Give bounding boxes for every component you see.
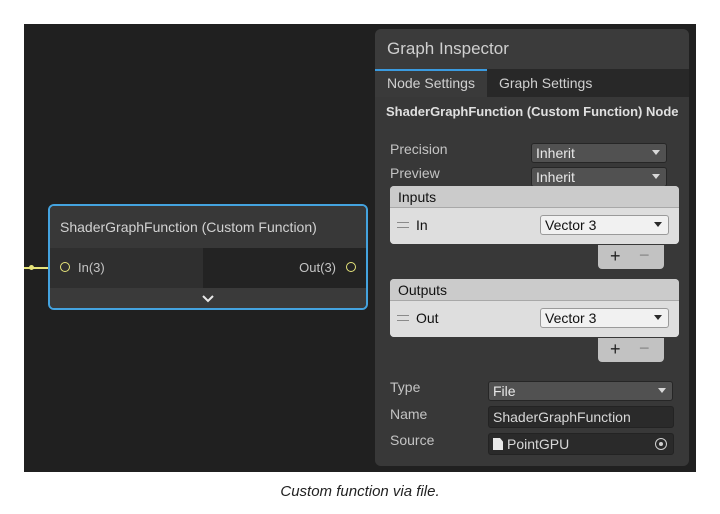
source-asset-field[interactable]: PointGPU xyxy=(488,433,674,455)
type-value: File xyxy=(493,383,516,399)
output-type-value: Vector 3 xyxy=(545,310,597,326)
wire-end-dot xyxy=(29,265,34,270)
node-name-heading: ShaderGraphFunction (Custom Function) No… xyxy=(386,104,679,119)
object-picker-icon[interactable] xyxy=(655,438,667,450)
input-port-connector[interactable] xyxy=(60,262,70,272)
inspector-tabs: Node Settings Graph Settings xyxy=(375,69,689,97)
custom-function-node[interactable]: ShaderGraphFunction (Custom Function) In… xyxy=(48,204,368,310)
name-label: Name xyxy=(390,406,428,422)
source-label: Source xyxy=(390,432,435,448)
inputs-header: Inputs xyxy=(390,186,679,208)
preview-dropdown[interactable]: Inherit xyxy=(531,167,667,187)
outputs-header: Outputs xyxy=(390,279,679,301)
drag-handle-icon[interactable] xyxy=(397,315,409,321)
outputs-list-item[interactable]: Out Vector 3 xyxy=(390,301,679,337)
preview-value: Inherit xyxy=(536,169,575,185)
name-input[interactable]: ShaderGraphFunction xyxy=(488,406,674,428)
output-type-dropdown[interactable]: Vector 3 xyxy=(540,308,669,328)
remove-output-button[interactable]: − xyxy=(639,338,650,358)
preview-label: Preview xyxy=(390,165,440,181)
type-dropdown[interactable]: File xyxy=(488,381,673,401)
add-input-button[interactable]: + xyxy=(610,246,621,266)
precision-value: Inherit xyxy=(536,145,575,161)
inputs-list: Inputs In Vector 3 xyxy=(390,186,679,244)
tab-graph-settings[interactable]: Graph Settings xyxy=(487,69,604,97)
file-icon xyxy=(493,438,503,450)
input-type-dropdown[interactable]: Vector 3 xyxy=(540,215,669,235)
input-name: In xyxy=(416,217,428,233)
drag-handle-icon[interactable] xyxy=(397,222,409,228)
source-value: PointGPU xyxy=(507,436,570,452)
dropdown-arrow-icon xyxy=(654,222,662,227)
input-port-label: In(3) xyxy=(78,260,105,275)
add-output-button[interactable]: + xyxy=(610,339,621,359)
tab-node-settings[interactable]: Node Settings xyxy=(375,69,487,97)
dropdown-arrow-icon xyxy=(652,150,660,155)
dropdown-arrow-icon xyxy=(658,388,666,393)
input-port-area: In(3) xyxy=(50,248,203,288)
precision-dropdown[interactable]: Inherit xyxy=(531,143,667,163)
output-name: Out xyxy=(416,310,439,326)
precision-label: Precision xyxy=(390,141,448,157)
output-port-label: Out(3) xyxy=(299,260,336,275)
output-port-connector[interactable] xyxy=(346,262,356,272)
type-label: Type xyxy=(390,379,421,395)
input-type-value: Vector 3 xyxy=(545,217,597,233)
inspector-body: ShaderGraphFunction (Custom Function) No… xyxy=(375,97,689,466)
inputs-list-tools: + − xyxy=(598,245,664,269)
inspector-title: Graph Inspector xyxy=(375,29,689,69)
outputs-list-tools: + − xyxy=(598,338,664,362)
inputs-list-item[interactable]: In Vector 3 xyxy=(390,208,679,244)
chevron-down-icon xyxy=(202,294,214,302)
dropdown-arrow-icon xyxy=(654,315,662,320)
figure-caption: Custom function via file. xyxy=(280,483,440,500)
node-expand-toggle[interactable] xyxy=(50,288,366,308)
graph-inspector: Graph Inspector Node Settings Graph Sett… xyxy=(375,29,689,466)
remove-input-button[interactable]: − xyxy=(639,245,650,265)
node-title[interactable]: ShaderGraphFunction (Custom Function) xyxy=(50,206,366,248)
output-port-area: Out(3) xyxy=(203,248,366,288)
shader-graph-canvas[interactable]: ShaderGraphFunction (Custom Function) In… xyxy=(24,24,696,472)
outputs-list: Outputs Out Vector 3 xyxy=(390,279,679,337)
dropdown-arrow-icon xyxy=(652,174,660,179)
